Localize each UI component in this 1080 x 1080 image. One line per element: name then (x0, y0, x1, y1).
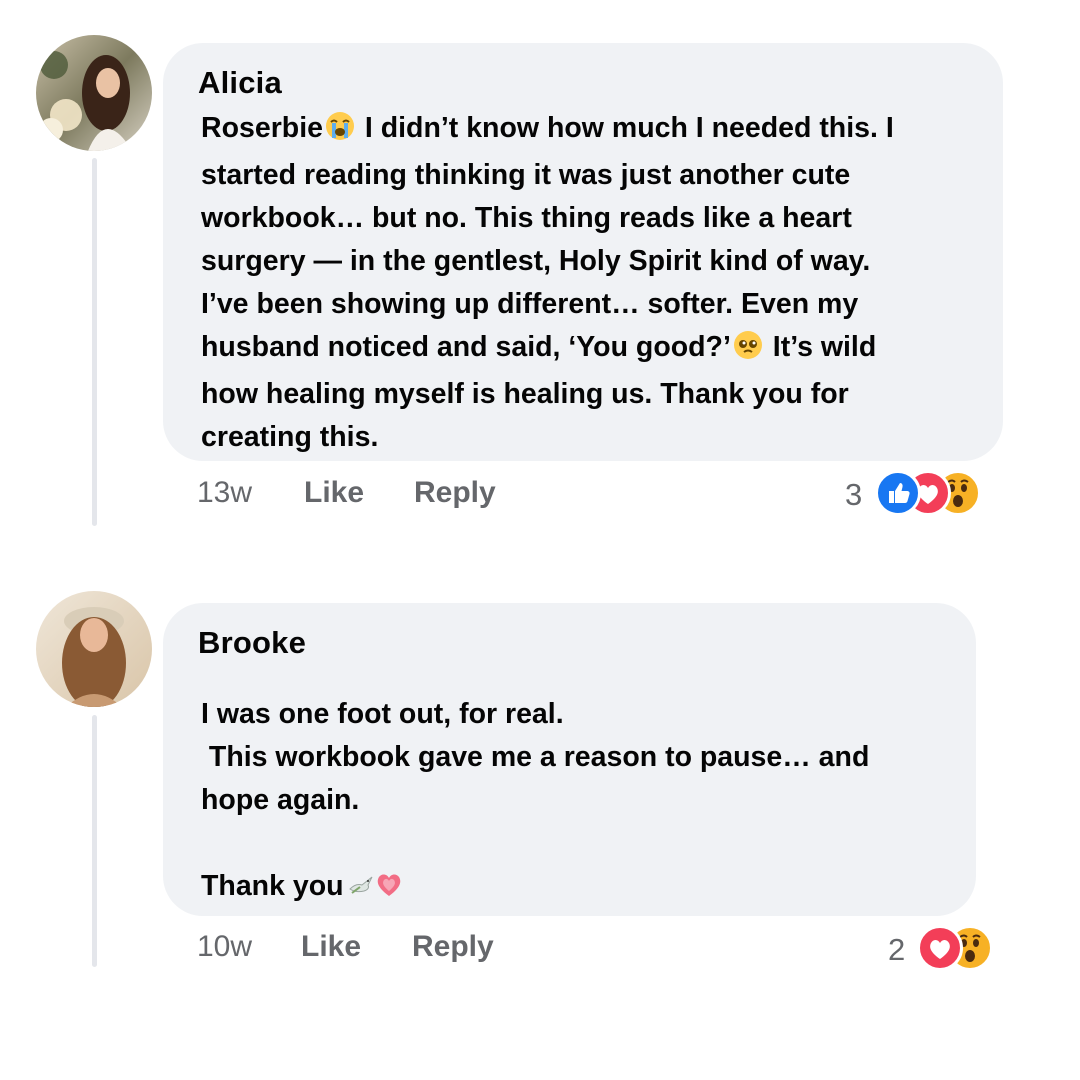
comment-author[interactable]: Alicia (198, 65, 282, 101)
comment-text: I was one foot out, for real. This workb… (201, 693, 946, 912)
reply-button[interactable]: Reply (412, 930, 494, 964)
comment-text-part: I didn’t know how much I needed this. I … (201, 112, 894, 363)
reply-button[interactable]: Reply (414, 476, 496, 510)
comment-text-part: Roserbie (201, 112, 323, 144)
avatar[interactable] (36, 591, 152, 707)
thread-line (92, 715, 97, 967)
comment-timestamp[interactable]: 13w (197, 476, 252, 510)
comment-text-part: I was one foot out, for real. This workb… (201, 698, 870, 902)
reaction-count: 2 (888, 932, 906, 967)
dove-icon (346, 869, 376, 912)
comment-author[interactable]: Brooke (198, 625, 306, 661)
pleading-face-icon (733, 330, 763, 373)
reaction-summary[interactable]: 3 (845, 470, 1015, 516)
comment-text: Roserbie I didn’t know how much I needed… (201, 107, 973, 459)
comment-bubble: Alicia Roserbie I didn’t know how much I… (163, 43, 1003, 461)
like-button[interactable]: Like (301, 930, 361, 964)
like-icon (875, 470, 921, 516)
reaction-count: 3 (845, 477, 863, 512)
loudly-crying-face-icon (325, 111, 355, 154)
comment-timestamp[interactable]: 10w (197, 930, 252, 964)
reaction-summary[interactable]: 2 (888, 925, 1018, 971)
like-button[interactable]: Like (304, 476, 364, 510)
avatar[interactable] (36, 35, 152, 151)
thread-line (92, 158, 97, 526)
comment-bubble: Brooke I was one foot out, for real. Thi… (163, 603, 976, 916)
heart-icon (374, 869, 404, 912)
love-icon (917, 925, 963, 971)
